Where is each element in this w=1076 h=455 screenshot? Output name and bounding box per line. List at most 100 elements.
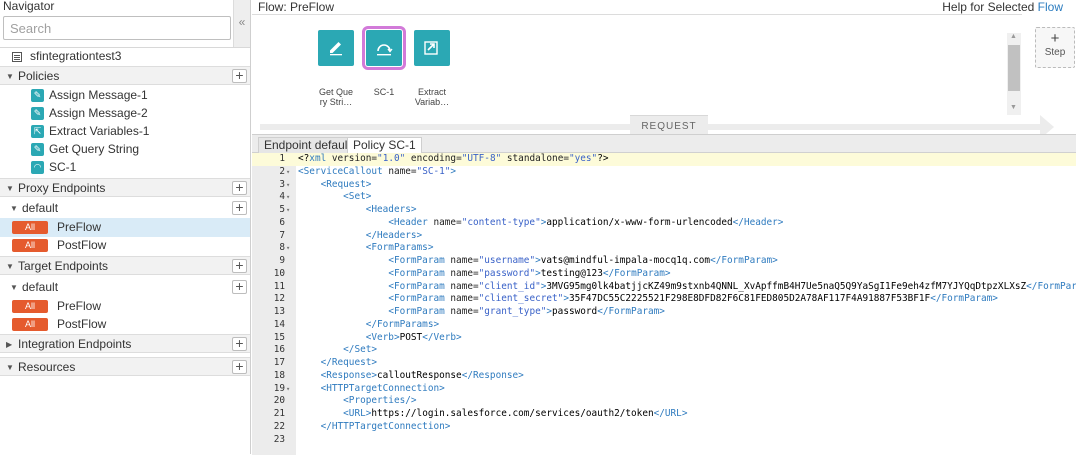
tab-endpoint-default[interactable]: Endpoint default bbox=[258, 137, 357, 153]
all-badge: All bbox=[12, 300, 48, 313]
line-number: 5 bbox=[279, 204, 285, 215]
code-line[interactable]: 12 <FormParam name="client_secret">35F47… bbox=[252, 293, 1076, 306]
navigator-panel: Navigator « sfintegrationtest3 ▼ Policie… bbox=[0, 0, 251, 454]
code-line[interactable]: 9 <FormParam name="username">vats@mindfu… bbox=[252, 255, 1076, 268]
code-line[interactable]: 3 ▾ <Request> bbox=[252, 179, 1076, 192]
code-line[interactable]: 22 </HTTPTargetConnection> bbox=[252, 421, 1076, 434]
scroll-down-icon[interactable]: ▼ bbox=[1010, 104, 1017, 111]
search-input[interactable] bbox=[3, 16, 231, 40]
add-flow-button[interactable]: + bbox=[232, 200, 247, 215]
scroll-up-icon[interactable]: ▲ bbox=[1010, 33, 1017, 40]
help-text: Help for Selected Flow bbox=[942, 0, 1063, 14]
section-label: Integration Endpoints bbox=[18, 337, 132, 351]
line-number: 17 bbox=[273, 357, 285, 368]
scrollbar-thumb[interactable] bbox=[1008, 45, 1020, 91]
section-target-endpoints[interactable]: ▼ Target Endpoints + bbox=[0, 256, 250, 275]
line-number: 7 bbox=[279, 229, 285, 241]
code-area[interactable]: 1 <?xml version="1.0" encoding="UTF-8" st… bbox=[252, 153, 1076, 455]
code-text: <Properties/> bbox=[343, 395, 417, 407]
add-policy-button[interactable]: + bbox=[232, 68, 247, 83]
line-number: 11 bbox=[273, 280, 285, 292]
collapse-triangle-icon: ▼ bbox=[10, 283, 18, 292]
add-flow-button[interactable]: + bbox=[232, 279, 247, 294]
fold-icon[interactable]: ▾ bbox=[286, 383, 294, 396]
endpoint-label: default bbox=[22, 280, 59, 294]
code-editor-panel: Endpoint default Policy SC-1 1 <?xml vers… bbox=[252, 134, 1076, 455]
code-line[interactable]: 11 <FormParam name="client_id">3MVG95mg0… bbox=[252, 281, 1076, 294]
code-text: <HTTPTargetConnection> bbox=[320, 382, 445, 394]
tab-policy-sc-1[interactable]: Policy SC-1 bbox=[347, 137, 422, 153]
collapse-navigator-button[interactable]: « bbox=[233, 0, 250, 47]
collapse-triangle-icon: ▼ bbox=[6, 363, 14, 372]
flow-label: PreFlow bbox=[57, 299, 102, 313]
code-line[interactable]: 7 </Headers> bbox=[252, 230, 1076, 243]
add-target-endpoint-button[interactable]: + bbox=[232, 258, 247, 273]
help-flow-link[interactable]: Flow bbox=[1038, 0, 1063, 14]
section-integration-endpoints[interactable]: ▶ Integration Endpoints + bbox=[0, 334, 250, 353]
proxy-name-row[interactable]: sfintegrationtest3 bbox=[0, 47, 250, 66]
fold-icon[interactable]: ▾ bbox=[286, 242, 294, 255]
add-resource-button[interactable]: + bbox=[232, 359, 247, 374]
target-flow-postflow[interactable]: All PostFlow bbox=[0, 315, 250, 334]
extract-icon bbox=[424, 41, 438, 55]
policy-item-extract-variables-1[interactable]: ⇱ Extract Variables-1 bbox=[0, 122, 250, 141]
policy-item-assign-message-2[interactable]: ✎ Assign Message-2 bbox=[0, 104, 250, 123]
line-number: 8 bbox=[279, 242, 285, 254]
section-proxy-endpoints[interactable]: ▼ Proxy Endpoints + bbox=[0, 178, 250, 197]
help-prefix: Help for Selected bbox=[942, 0, 1035, 14]
policy-item-sc-1[interactable]: ◠ SC-1 bbox=[0, 158, 250, 177]
edit-icon: ✎ bbox=[31, 89, 44, 102]
proxy-flow-postflow[interactable]: All PostFlow bbox=[0, 236, 250, 255]
all-badge: All bbox=[12, 221, 48, 234]
proxy-endpoint-default[interactable]: ▼ default + bbox=[0, 199, 250, 218]
policy-item-assign-message-1[interactable]: ✎ Assign Message-1 bbox=[0, 86, 250, 105]
code-text: <FormParam name="client_secret">35F47DC5… bbox=[388, 293, 998, 305]
fold-icon[interactable]: ▾ bbox=[286, 166, 294, 179]
collapse-triangle-icon: ▼ bbox=[6, 72, 14, 81]
add-proxy-endpoint-button[interactable]: + bbox=[232, 180, 247, 195]
fold-icon[interactable]: ▾ bbox=[286, 191, 294, 204]
code-line[interactable]: 20 <Properties/> bbox=[252, 395, 1076, 408]
code-line[interactable]: 16 </Set> bbox=[252, 344, 1076, 357]
editor-tabs: Endpoint default Policy SC-1 bbox=[252, 135, 1076, 153]
proxy-flow-preflow[interactable]: All PreFlow bbox=[0, 218, 250, 237]
code-line[interactable]: 23 bbox=[252, 434, 1076, 447]
proxy-name: sfintegrationtest3 bbox=[30, 49, 122, 63]
code-text: </Headers> bbox=[365, 229, 423, 241]
fold-icon[interactable]: ▾ bbox=[286, 204, 294, 217]
section-resources[interactable]: ▼ Resources + bbox=[0, 357, 250, 376]
collapse-triangle-icon: ▶ bbox=[6, 340, 13, 349]
caption-line: SC-1 bbox=[373, 87, 395, 97]
flow-policy-caption: Get Que ry Stri… bbox=[312, 87, 360, 107]
section-policies[interactable]: ▼ Policies + bbox=[0, 66, 250, 85]
code-line[interactable]: 4 ▾ <Set> bbox=[252, 191, 1076, 204]
line-number: 3 bbox=[279, 178, 285, 190]
code-line[interactable]: 13 <FormParam name="grant_type">password… bbox=[252, 306, 1076, 319]
code-text: <Request> bbox=[320, 178, 372, 190]
flow-policy-extract-variables[interactable] bbox=[414, 30, 450, 66]
flow-scrollbar[interactable]: ▲ ▼ bbox=[1007, 33, 1021, 115]
flow-policy-get-query-string[interactable] bbox=[318, 30, 354, 66]
target-endpoint-default[interactable]: ▼ default + bbox=[0, 278, 250, 297]
code-line[interactable]: 6 <Header name="content-type">applicatio… bbox=[252, 217, 1076, 230]
line-number: 20 bbox=[273, 395, 285, 407]
add-step-button[interactable]: + Step bbox=[1035, 27, 1075, 68]
target-flow-preflow[interactable]: All PreFlow bbox=[0, 297, 250, 316]
code-line[interactable]: 18 <Response>calloutResponse</Response> bbox=[252, 370, 1076, 383]
code-line[interactable]: 1 <?xml version="1.0" encoding="UTF-8" st… bbox=[252, 153, 1076, 166]
all-badge: All bbox=[12, 239, 48, 252]
code-line[interactable]: 14 </FormParams> bbox=[252, 319, 1076, 332]
code-text: <FormParam name="password">testing@123</… bbox=[388, 267, 671, 279]
code-line[interactable]: 5 ▾ <Headers> bbox=[252, 204, 1076, 217]
code-line[interactable]: 17 </Request> bbox=[252, 357, 1076, 370]
policy-item-get-query-string[interactable]: ✎ Get Query String bbox=[0, 140, 250, 159]
flow-policy-sc-1[interactable] bbox=[362, 26, 406, 70]
code-line[interactable]: 10 <FormParam name="password">testing@12… bbox=[252, 268, 1076, 281]
code-line[interactable]: 15 <Verb>POST</Verb> bbox=[252, 332, 1076, 345]
fold-icon[interactable]: ▾ bbox=[286, 179, 294, 192]
code-line[interactable]: 19 ▾ <HTTPTargetConnection> bbox=[252, 383, 1076, 396]
add-integration-endpoint-button[interactable]: + bbox=[232, 336, 247, 351]
code-line[interactable]: 2 ▾ <ServiceCallout name="SC-1"> bbox=[252, 166, 1076, 179]
code-line[interactable]: 8 ▾ <FormParams> bbox=[252, 242, 1076, 255]
code-line[interactable]: 21 <URL>https://login.salesforce.com/ser… bbox=[252, 408, 1076, 421]
